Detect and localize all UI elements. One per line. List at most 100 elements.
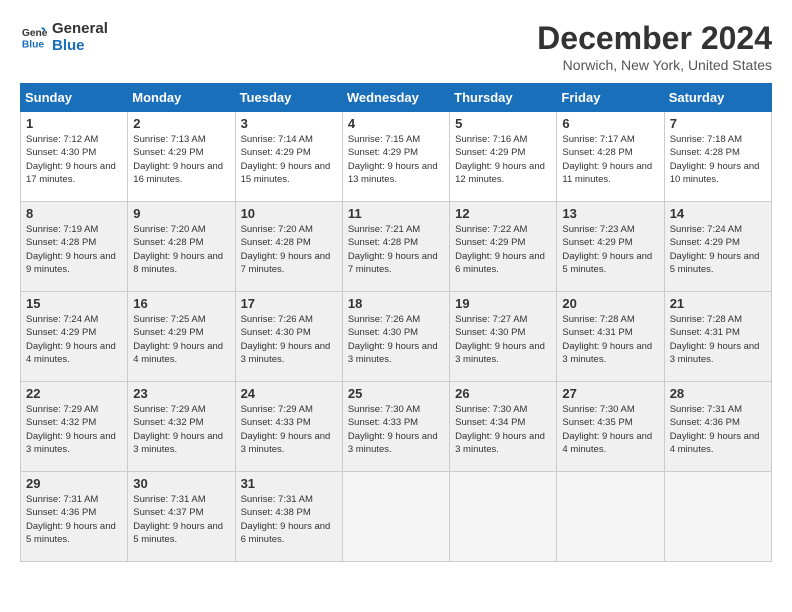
- calendar-cell: 5 Sunrise: 7:16 AMSunset: 4:29 PMDaylight…: [450, 112, 557, 202]
- day-number: 20: [562, 296, 658, 311]
- calendar-cell: [450, 472, 557, 562]
- calendar-cell: 11 Sunrise: 7:21 AMSunset: 4:28 PMDayligh…: [342, 202, 449, 292]
- month-title: December 2024: [537, 20, 772, 57]
- header-thursday: Thursday: [450, 84, 557, 112]
- day-number: 9: [133, 206, 229, 221]
- day-info: Sunrise: 7:28 AMSunset: 4:31 PMDaylight:…: [562, 313, 658, 366]
- day-number: 15: [26, 296, 122, 311]
- calendar-cell: [342, 472, 449, 562]
- day-info: Sunrise: 7:30 AMSunset: 4:35 PMDaylight:…: [562, 403, 658, 456]
- svg-text:Blue: Blue: [22, 39, 45, 50]
- day-info: Sunrise: 7:22 AMSunset: 4:29 PMDaylight:…: [455, 223, 551, 276]
- calendar-cell: 3 Sunrise: 7:14 AMSunset: 4:29 PMDaylight…: [235, 112, 342, 202]
- day-info: Sunrise: 7:25 AMSunset: 4:29 PMDaylight:…: [133, 313, 229, 366]
- day-number: 23: [133, 386, 229, 401]
- logo: General Blue General Blue: [20, 20, 108, 54]
- calendar-cell: 12 Sunrise: 7:22 AMSunset: 4:29 PMDayligh…: [450, 202, 557, 292]
- day-info: Sunrise: 7:31 AMSunset: 4:38 PMDaylight:…: [241, 493, 337, 546]
- calendar-cell: 9 Sunrise: 7:20 AMSunset: 4:28 PMDaylight…: [128, 202, 235, 292]
- day-info: Sunrise: 7:18 AMSunset: 4:28 PMDaylight:…: [670, 133, 766, 186]
- day-number: 28: [670, 386, 766, 401]
- calendar-cell: 25 Sunrise: 7:30 AMSunset: 4:33 PMDayligh…: [342, 382, 449, 472]
- location: Norwich, New York, United States: [537, 57, 772, 73]
- calendar-cell: 16Sunrise: 7:25 AMSunset: 4:29 PMDayligh…: [128, 292, 235, 382]
- day-info: Sunrise: 7:24 AMSunset: 4:29 PMDaylight:…: [26, 313, 122, 366]
- logo-line1: General: [52, 20, 108, 37]
- calendar-week-1: 1Sunrise: 7:12 AMSunset: 4:30 PMDaylight…: [21, 112, 772, 202]
- day-info: Sunrise: 7:26 AMSunset: 4:30 PMDaylight:…: [348, 313, 444, 366]
- day-info: Sunrise: 7:21 AMSunset: 4:28 PMDaylight:…: [348, 223, 444, 276]
- day-number: 25: [348, 386, 444, 401]
- day-info: Sunrise: 7:27 AMSunset: 4:30 PMDaylight:…: [455, 313, 551, 366]
- day-info: Sunrise: 7:23 AMSunset: 4:29 PMDaylight:…: [562, 223, 658, 276]
- calendar-cell: [557, 472, 664, 562]
- calendar-cell: 23Sunrise: 7:29 AMSunset: 4:32 PMDayligh…: [128, 382, 235, 472]
- day-number: 30: [133, 476, 229, 491]
- calendar-cell: 31Sunrise: 7:31 AMSunset: 4:38 PMDayligh…: [235, 472, 342, 562]
- day-info: Sunrise: 7:30 AMSunset: 4:33 PMDaylight:…: [348, 403, 444, 456]
- header-friday: Friday: [557, 84, 664, 112]
- calendar-cell: 15 Sunrise: 7:24 AMSunset: 4:29 PMDayligh…: [21, 292, 128, 382]
- day-info: Sunrise: 7:20 AMSunset: 4:28 PMDaylight:…: [241, 223, 337, 276]
- day-number: 6: [562, 116, 658, 131]
- title-section: December 2024 Norwich, New York, United …: [537, 20, 772, 73]
- calendar-cell: 13 Sunrise: 7:23 AMSunset: 4:29 PMDayligh…: [557, 202, 664, 292]
- day-info: Sunrise: 7:14 AMSunset: 4:29 PMDaylight:…: [241, 133, 337, 186]
- day-info: Sunrise: 7:28 AMSunset: 4:31 PMDaylight:…: [670, 313, 766, 366]
- calendar-cell: 29 Sunrise: 7:31 AMSunset: 4:36 PMDayligh…: [21, 472, 128, 562]
- day-number: 21: [670, 296, 766, 311]
- calendar-week-3: 15 Sunrise: 7:24 AMSunset: 4:29 PMDayligh…: [21, 292, 772, 382]
- calendar-week-4: 22Sunrise: 7:29 AMSunset: 4:32 PMDayligh…: [21, 382, 772, 472]
- day-number: 19: [455, 296, 551, 311]
- day-number: 29: [26, 476, 122, 491]
- calendar-cell: 26Sunrise: 7:30 AMSunset: 4:34 PMDayligh…: [450, 382, 557, 472]
- header-saturday: Saturday: [664, 84, 771, 112]
- day-number: 24: [241, 386, 337, 401]
- day-number: 5: [455, 116, 551, 131]
- calendar-cell: 24 Sunrise: 7:29 AMSunset: 4:33 PMDayligh…: [235, 382, 342, 472]
- calendar-cell: 6 Sunrise: 7:17 AMSunset: 4:28 PMDaylight…: [557, 112, 664, 202]
- calendar-cell: 4 Sunrise: 7:15 AMSunset: 4:29 PMDaylight…: [342, 112, 449, 202]
- calendar-cell: 14Sunrise: 7:24 AMSunset: 4:29 PMDayligh…: [664, 202, 771, 292]
- header-row: SundayMondayTuesdayWednesdayThursdayFrid…: [21, 84, 772, 112]
- calendar-cell: [664, 472, 771, 562]
- calendar-cell: 28 Sunrise: 7:31 AMSunset: 4:36 PMDayligh…: [664, 382, 771, 472]
- day-info: Sunrise: 7:30 AMSunset: 4:34 PMDaylight:…: [455, 403, 551, 456]
- day-info: Sunrise: 7:29 AMSunset: 4:33 PMDaylight:…: [241, 403, 337, 456]
- day-number: 7: [670, 116, 766, 131]
- calendar-cell: 17 Sunrise: 7:26 AMSunset: 4:30 PMDayligh…: [235, 292, 342, 382]
- header-sunday: Sunday: [21, 84, 128, 112]
- header-wednesday: Wednesday: [342, 84, 449, 112]
- logo-line2: Blue: [52, 37, 108, 54]
- day-info: Sunrise: 7:19 AMSunset: 4:28 PMDaylight:…: [26, 223, 122, 276]
- header-monday: Monday: [128, 84, 235, 112]
- calendar-cell: 21 Sunrise: 7:28 AMSunset: 4:31 PMDayligh…: [664, 292, 771, 382]
- logo-icon: General Blue: [20, 23, 48, 51]
- day-number: 3: [241, 116, 337, 131]
- day-number: 13: [562, 206, 658, 221]
- header-tuesday: Tuesday: [235, 84, 342, 112]
- day-info: Sunrise: 7:12 AMSunset: 4:30 PMDaylight:…: [26, 133, 122, 186]
- day-number: 11: [348, 206, 444, 221]
- day-number: 12: [455, 206, 551, 221]
- day-info: Sunrise: 7:31 AMSunset: 4:36 PMDaylight:…: [670, 403, 766, 456]
- calendar-cell: 1Sunrise: 7:12 AMSunset: 4:30 PMDaylight…: [21, 112, 128, 202]
- calendar-table: SundayMondayTuesdayWednesdayThursdayFrid…: [20, 83, 772, 562]
- calendar-cell: 2Sunrise: 7:13 AMSunset: 4:29 PMDaylight…: [128, 112, 235, 202]
- day-info: Sunrise: 7:17 AMSunset: 4:28 PMDaylight:…: [562, 133, 658, 186]
- day-info: Sunrise: 7:15 AMSunset: 4:29 PMDaylight:…: [348, 133, 444, 186]
- day-info: Sunrise: 7:31 AMSunset: 4:36 PMDaylight:…: [26, 493, 122, 546]
- day-number: 10: [241, 206, 337, 221]
- calendar-cell: 20 Sunrise: 7:28 AMSunset: 4:31 PMDayligh…: [557, 292, 664, 382]
- calendar-cell: 19 Sunrise: 7:27 AMSunset: 4:30 PMDayligh…: [450, 292, 557, 382]
- day-number: 14: [670, 206, 766, 221]
- day-number: 4: [348, 116, 444, 131]
- calendar-week-5: 29 Sunrise: 7:31 AMSunset: 4:36 PMDayligh…: [21, 472, 772, 562]
- day-info: Sunrise: 7:20 AMSunset: 4:28 PMDaylight:…: [133, 223, 229, 276]
- calendar-week-2: 8Sunrise: 7:19 AMSunset: 4:28 PMDaylight…: [21, 202, 772, 292]
- day-info: Sunrise: 7:16 AMSunset: 4:29 PMDaylight:…: [455, 133, 551, 186]
- day-info: Sunrise: 7:26 AMSunset: 4:30 PMDaylight:…: [241, 313, 337, 366]
- day-number: 17: [241, 296, 337, 311]
- calendar-cell: 18Sunrise: 7:26 AMSunset: 4:30 PMDayligh…: [342, 292, 449, 382]
- page-header: General Blue General Blue December 2024 …: [20, 20, 772, 73]
